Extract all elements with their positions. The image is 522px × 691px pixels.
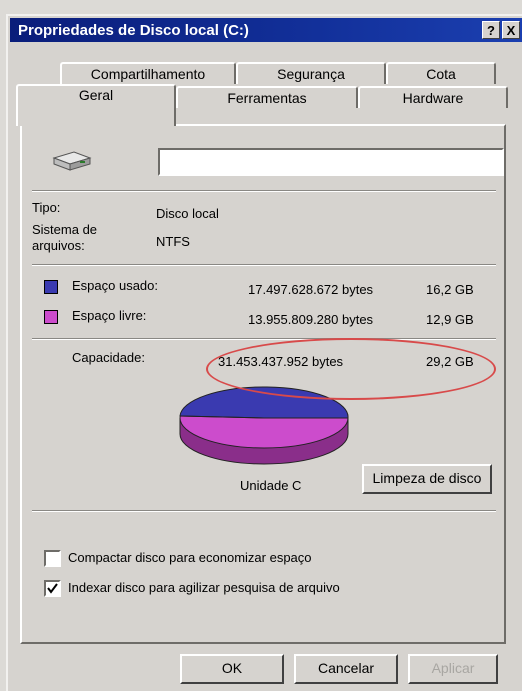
used-space-gb: 16,2 GB — [426, 282, 474, 297]
tab-hardware[interactable]: Hardware — [358, 86, 508, 108]
capacity-label: Capacidade: — [72, 350, 145, 365]
free-space-bytes: 13.955.809.280 bytes — [248, 312, 374, 327]
compress-disk-checkbox[interactable] — [44, 550, 61, 567]
apply-button[interactable]: Aplicar — [408, 654, 498, 684]
filesystem-label-line1: Sistema de — [32, 222, 98, 237]
type-label: Tipo: — [32, 200, 61, 215]
index-disk-checkbox[interactable] — [44, 580, 61, 597]
ok-button[interactable]: OK — [180, 654, 284, 684]
drive-chart-label: Unidade C — [240, 478, 302, 493]
title-bar: Propriedades de Disco local (C:) ? X — [10, 18, 522, 42]
capacity-highlight-annotation — [206, 338, 496, 400]
used-space-bytes: 17.497.628.672 bytes — [248, 282, 374, 297]
tab-compartilhamento[interactable]: Compartilhamento — [60, 62, 236, 84]
checkmark-icon — [47, 583, 58, 594]
help-button[interactable]: ? — [482, 21, 500, 39]
tab-seguranca[interactable]: Segurança — [236, 62, 386, 84]
separator — [32, 190, 496, 192]
drive-label-input[interactable] — [158, 148, 504, 176]
separator — [32, 510, 496, 512]
filesystem-value: NTFS — [156, 234, 190, 249]
cancel-button[interactable]: Cancelar — [294, 654, 398, 684]
window-title: Propriedades de Disco local (C:) — [18, 21, 249, 39]
tab-geral[interactable]: Geral — [16, 84, 176, 126]
used-space-swatch — [44, 280, 58, 294]
separator — [32, 338, 496, 340]
used-space-label: Espaço usado: — [72, 278, 159, 293]
compress-disk-label[interactable]: Compactar disco para economizar espaço — [68, 550, 312, 565]
properties-dialog: Propriedades de Disco local (C:) ? X Com… — [6, 14, 522, 691]
separator — [32, 264, 496, 266]
free-space-swatch — [44, 310, 58, 324]
index-disk-label[interactable]: Indexar disco para agilizar pesquisa de … — [68, 580, 340, 595]
type-value: Disco local — [156, 206, 219, 221]
tab-ferramentas[interactable]: Ferramentas — [176, 86, 358, 108]
free-space-label: Espaço livre: — [72, 308, 147, 323]
filesystem-label-line2: arquivos: — [32, 238, 85, 253]
tab-cota[interactable]: Cota — [386, 62, 496, 84]
disk-cleanup-button[interactable]: Limpeza de disco — [362, 464, 492, 494]
close-button[interactable]: X — [502, 21, 520, 39]
hard-drive-icon — [52, 151, 92, 171]
free-space-gb: 12,9 GB — [426, 312, 474, 327]
